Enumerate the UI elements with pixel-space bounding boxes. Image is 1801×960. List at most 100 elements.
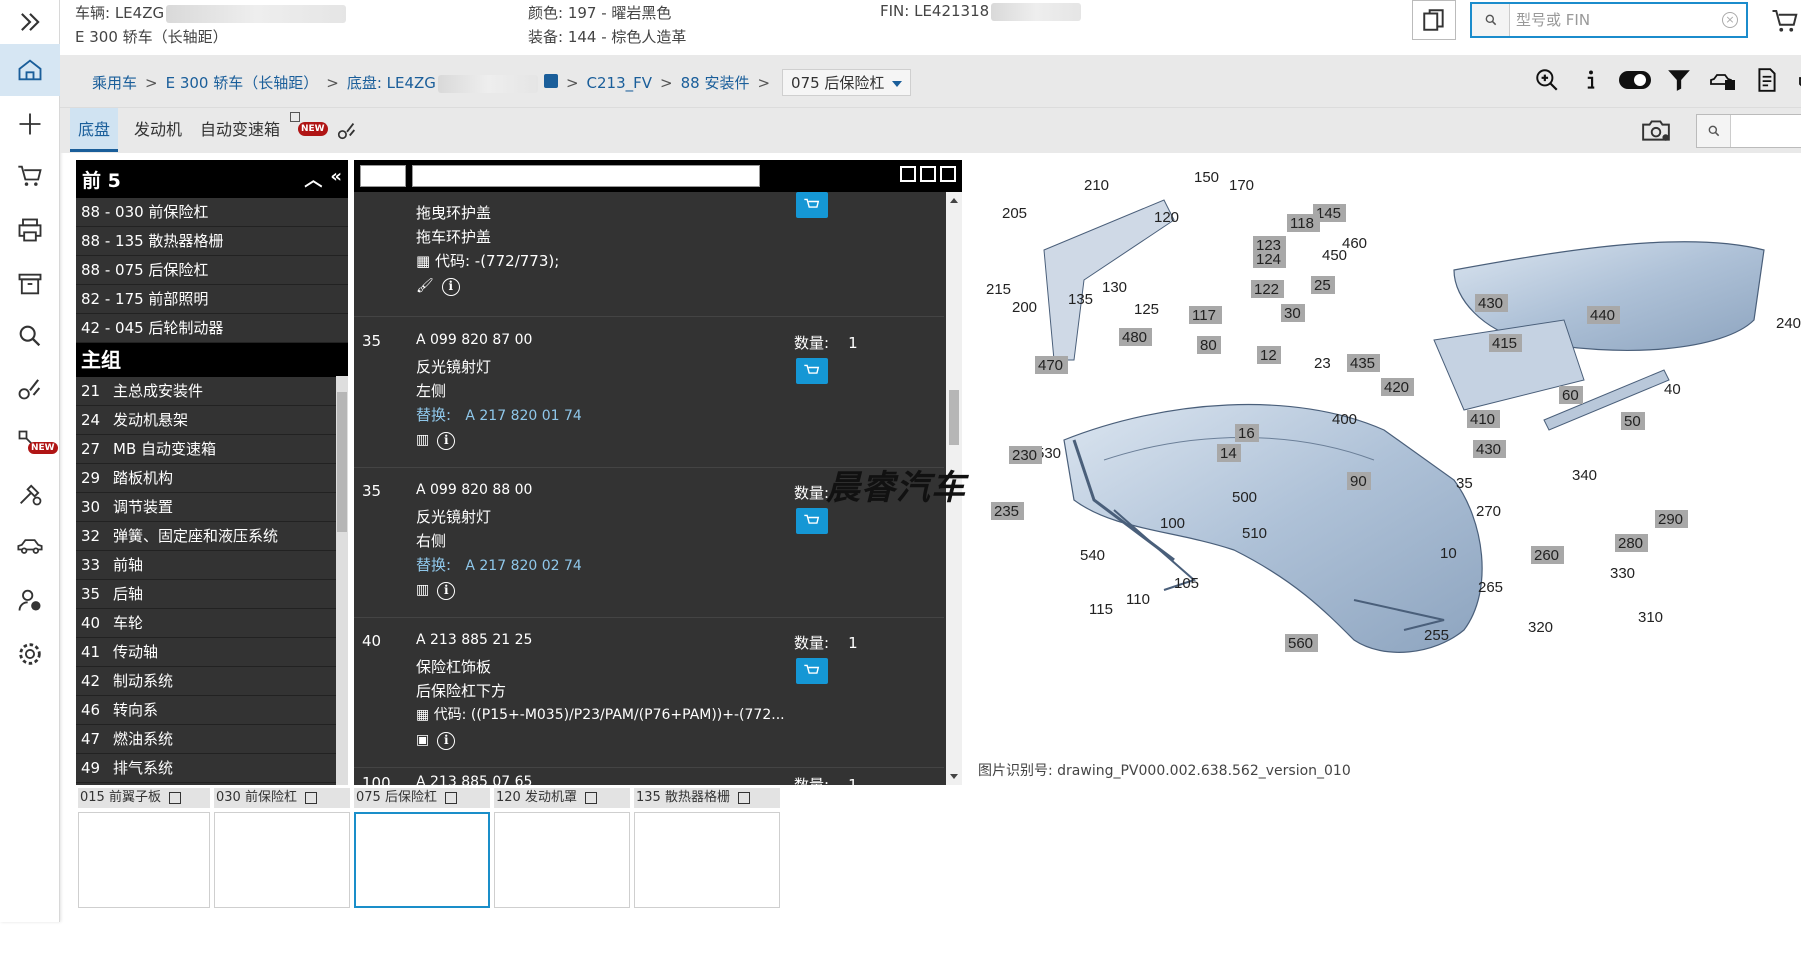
callout-label[interactable]: 430 (1478, 295, 1503, 312)
parts-icon[interactable] (0, 362, 60, 414)
edit-icon[interactable] (737, 791, 750, 804)
callout-label[interactable]: 500 (1232, 489, 1257, 506)
tab-tools[interactable] (328, 108, 358, 152)
breadcrumb-item[interactable]: 88 安装件 (681, 72, 750, 93)
callout-label[interactable]: 420 (1384, 379, 1409, 396)
copy-icon[interactable] (543, 74, 558, 88)
callout-label[interactable]: 200 (1012, 299, 1037, 316)
breadcrumb-item[interactable]: 乘用车 (92, 72, 137, 93)
callout-label[interactable]: 400 (1332, 411, 1357, 428)
callout-label[interactable]: 430 (1476, 441, 1501, 458)
thumbnail-image[interactable] (634, 812, 780, 908)
vehicle-search-input[interactable] (1516, 8, 1716, 32)
thumbnail[interactable]: 030 前保险杠 (214, 788, 350, 908)
part-number[interactable]: A 213 885 07 65 (416, 774, 532, 785)
header-cart-icon[interactable] (1770, 6, 1800, 40)
thumbnail-image[interactable] (78, 812, 210, 908)
archive-icon[interactable] (0, 258, 60, 310)
callout-label[interactable]: 215 (986, 281, 1011, 298)
thumbnail-image[interactable] (494, 812, 630, 908)
part-number[interactable]: A 213 885 21 25 (416, 632, 532, 648)
list-item[interactable]: 29 踏板机构 (76, 464, 348, 493)
callout-label[interactable]: 12 (1260, 347, 1277, 364)
edit-icon[interactable] (168, 791, 181, 804)
callout-label[interactable]: 255 (1424, 627, 1449, 644)
thumbnail-image[interactable] (354, 812, 490, 908)
copy-icon[interactable] (940, 166, 956, 182)
callout-label[interactable]: 440 (1590, 307, 1615, 324)
callout-label[interactable]: 125 (1134, 301, 1159, 318)
callout-label[interactable]: 100 (1160, 515, 1185, 532)
factory-icon[interactable]: ▥ (416, 432, 429, 450)
thumbnail-image[interactable] (214, 812, 350, 908)
callout-label[interactable]: 210 (1084, 177, 1109, 194)
list-item[interactable]: 46 转向系 (76, 696, 348, 725)
callout-label[interactable]: 130 (1102, 279, 1127, 296)
callout-label[interactable]: 110 (1126, 591, 1150, 608)
user-info-icon[interactable] (0, 574, 60, 626)
callout-label[interactable]: 23 (1314, 355, 1331, 372)
info-icon[interactable]: i (437, 432, 456, 450)
breadcrumb-dropdown[interactable]: 075 后保险杠 (782, 69, 912, 96)
scroll-up-icon[interactable] (950, 198, 958, 203)
gear-icon[interactable] (0, 628, 60, 680)
list-item[interactable]: 21 主总成安装件 (76, 377, 348, 406)
edit-icon[interactable] (584, 791, 597, 804)
callout-label[interactable]: 205 (1002, 205, 1027, 222)
callout-label[interactable]: 470 (1038, 357, 1063, 374)
callout-label[interactable]: 450 (1322, 247, 1347, 264)
callout-label[interactable]: 35 (1456, 475, 1473, 492)
expand-icon[interactable] (920, 166, 936, 182)
callout-label[interactable]: 118 (1290, 215, 1314, 232)
callout-label[interactable]: 10 (1440, 545, 1457, 562)
add-to-cart-button[interactable] (796, 192, 828, 218)
info-icon[interactable]: i (441, 278, 460, 296)
breadcrumb-item[interactable]: C213_FV (587, 74, 653, 92)
part-replacement[interactable]: 替换: A 217 820 01 74 (416, 404, 582, 425)
scrollbar-thumb[interactable] (337, 392, 347, 532)
tab-chassis[interactable]: 底盘 (70, 108, 119, 152)
search-icon[interactable] (0, 310, 60, 362)
printer-icon[interactable] (0, 204, 60, 256)
image-icon[interactable]: ▣ (416, 732, 429, 750)
scrollbar-thumb[interactable] (949, 390, 959, 445)
parts-search-box[interactable] (1696, 114, 1801, 148)
brush-icon[interactable]: 🖌 (416, 278, 434, 296)
callout-label[interactable]: 410 (1470, 411, 1495, 428)
document-icon[interactable] (1750, 63, 1784, 97)
callout-label[interactable]: 150 (1194, 169, 1219, 186)
info-icon[interactable] (1574, 63, 1608, 97)
callout-label[interactable]: 50 (1624, 413, 1641, 430)
callout-label[interactable]: 510 (1242, 525, 1267, 542)
add-to-cart-button[interactable] (796, 358, 828, 384)
callout-label[interactable]: 240 (1776, 315, 1801, 332)
list-item[interactable]: 35 后轴 (76, 580, 348, 609)
cart-icon[interactable] (0, 150, 60, 202)
callout-label[interactable]: 115 (1089, 601, 1113, 618)
list-item[interactable]: 30 调节装置 (76, 493, 348, 522)
part-item[interactable]: 100 A 213 885 07 65 数量: 1 (354, 768, 944, 785)
list-item[interactable]: 49 排气系统 (76, 754, 348, 783)
callout-label[interactable]: 60 (1562, 387, 1579, 404)
callout-label[interactable]: 170 (1229, 177, 1254, 194)
add-to-cart-button[interactable] (796, 658, 828, 684)
thumbnail[interactable]: 120 发动机罩 (494, 788, 630, 908)
callout-label[interactable]: 260 (1534, 547, 1559, 564)
filter-icon[interactable] (1662, 63, 1696, 97)
list-item[interactable]: 42 - 045 后轮制动器 (76, 314, 348, 343)
home-icon[interactable] (0, 44, 60, 96)
callout-label[interactable]: 122 (1254, 281, 1279, 298)
tab-new-parts[interactable]: NEW (286, 108, 328, 152)
thumbnail[interactable]: 135 散热器格栅 (634, 788, 780, 908)
search-button[interactable] (1472, 4, 1510, 36)
chevron-up-icon[interactable]: ︿ (304, 166, 322, 192)
zoom-in-icon[interactable] (1530, 63, 1564, 97)
part-item[interactable]: 35 A 099 820 87 00 反光镜射灯 左侧 替换: A 217 82… (354, 318, 944, 468)
callout-label[interactable]: 540 (1080, 547, 1105, 564)
toggle-icon[interactable] (1618, 63, 1652, 97)
list-item[interactable]: 88 - 030 前保险杠 (76, 198, 348, 227)
search-button[interactable] (1697, 115, 1731, 147)
edit-icon[interactable] (304, 791, 317, 804)
callout-label[interactable]: 40 (1664, 381, 1681, 398)
callout-label[interactable]: 16 (1238, 425, 1255, 442)
